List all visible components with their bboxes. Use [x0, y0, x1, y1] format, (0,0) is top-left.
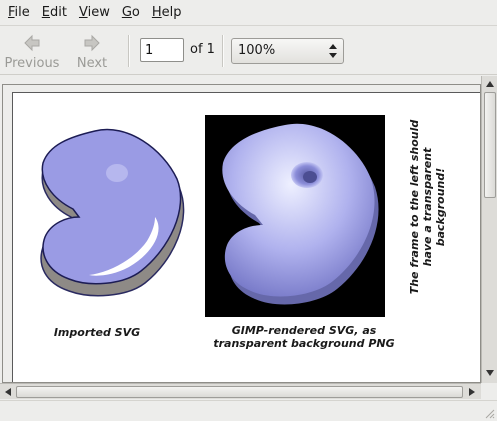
- document-view[interactable]: Imported SVG GIMP-rendered SVG, as trans…: [0, 76, 497, 401]
- triangle-up-icon: [486, 81, 494, 87]
- updown-arrows-icon: [329, 44, 337, 58]
- caption-imported-svg: Imported SVG: [53, 326, 141, 339]
- menu-help-label: elp: [161, 4, 182, 20]
- menu-edit-mnemonic: E: [41, 4, 50, 20]
- arrow-right-icon: [84, 34, 100, 52]
- previous-label: Previous: [4, 56, 60, 71]
- menu-go[interactable]: Go: [116, 2, 146, 24]
- scroll-down-button[interactable]: [483, 366, 497, 380]
- page-count-label: of 1: [190, 42, 215, 57]
- horizontal-scroll-thumb[interactable]: [16, 386, 463, 398]
- toolbar: Previous Next of 1 100%: [0, 27, 497, 75]
- scroll-left-button[interactable]: [1, 385, 15, 399]
- vertical-scroll-thumb[interactable]: [484, 92, 496, 198]
- menu-file[interactable]: File: [2, 2, 36, 24]
- triangle-right-icon: [469, 388, 475, 396]
- zoom-select[interactable]: 100%: [231, 38, 344, 64]
- arrow-left-icon: [24, 34, 40, 52]
- scroll-right-button[interactable]: [465, 385, 479, 399]
- document-page: Imported SVG GIMP-rendered SVG, as trans…: [12, 92, 480, 382]
- resize-grip-icon[interactable]: [483, 407, 495, 419]
- menu-file-label: ile: [14, 4, 30, 20]
- gimp-render-frame: [205, 115, 385, 317]
- menu-go-label: o: [131, 4, 140, 20]
- menu-view[interactable]: View: [73, 2, 116, 24]
- scroll-up-button[interactable]: [483, 77, 497, 91]
- next-button[interactable]: Next: [64, 29, 120, 73]
- gimp-rendered-logo: [222, 123, 379, 305]
- caption-gimp-line2: transparent background PNG: [213, 337, 395, 350]
- menu-help-mnemonic: H: [151, 4, 162, 20]
- document-viewport: Imported SVG GIMP-rendered SVG, as trans…: [2, 84, 481, 383]
- side-note-line2: have a transparent background!: [421, 147, 447, 267]
- zoom-value: 100%: [238, 43, 276, 58]
- side-note-line1: The frame to the left should: [408, 119, 421, 295]
- horizontal-scrollbar[interactable]: [0, 383, 481, 399]
- vertical-scrollbar[interactable]: [481, 76, 497, 383]
- next-label: Next: [76, 56, 108, 71]
- imported-svg-logo: [40, 128, 185, 297]
- toolbar-separator: [222, 35, 224, 67]
- menu-bar: File Edit View Go Help: [0, 0, 497, 26]
- menu-go-mnemonic: G: [121, 4, 132, 20]
- menu-view-mnemonic: V: [78, 4, 88, 20]
- menu-edit[interactable]: Edit: [36, 2, 73, 24]
- status-bar: [0, 400, 497, 421]
- triangle-left-icon: [5, 388, 11, 396]
- triangle-down-icon: [486, 370, 494, 376]
- menu-view-label: iew: [87, 4, 110, 20]
- caption-gimp-line1: GIMP-rendered SVG, as: [231, 324, 377, 337]
- page-number-input[interactable]: [140, 38, 184, 62]
- menu-edit-label: dit: [50, 4, 67, 20]
- menu-help[interactable]: Help: [146, 2, 188, 24]
- toolbar-separator: [128, 35, 130, 67]
- caption-gimp-rendered: GIMP-rendered SVG, as transparent backgr…: [209, 324, 399, 350]
- previous-button[interactable]: Previous: [4, 29, 60, 73]
- side-note: The frame to the left should have a tran…: [408, 117, 447, 297]
- scrollbar-corner: [481, 383, 497, 399]
